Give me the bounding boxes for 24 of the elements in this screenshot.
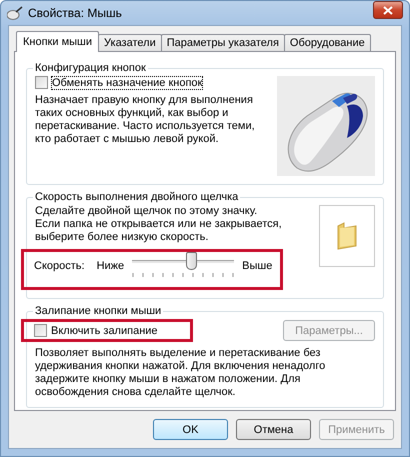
group-title: Скорость выполнения двойного щелчка — [34, 191, 240, 203]
group-title: Залипание кнопки мыши — [34, 305, 162, 317]
checkbox[interactable] — [35, 76, 48, 89]
tab[interactable]: Кнопки мыши — [16, 31, 100, 52]
close-button[interactable] — [373, 1, 403, 19]
description-text: Сделайте двойной щелчок по этому значку. Если папка не открывается или не закрывается, выберите более низкую скорость. — [35, 205, 283, 244]
mouse-icon — [7, 6, 23, 20]
slider-thumb[interactable] — [186, 252, 198, 270]
dialog-button[interactable]: OK — [153, 419, 228, 440]
dialog-button[interactable]: Отмена — [236, 419, 311, 440]
description-text: Назначает правую кнопку для выполнения таких основных функций, как выбор и перетаскивание. Часто используется теми, кто работает с мышью левой рукой. — [35, 94, 256, 146]
slider-min-label: Ниже — [96, 260, 124, 272]
tab[interactable]: Указатели — [98, 34, 162, 52]
checkbox-label[interactable]: Включить залипание — [51, 324, 158, 336]
close-icon — [383, 6, 393, 14]
description-text: Позволяет выполнять выделение и перетаскивание без удерживания кнопки нажатой. Для включения ненадолго задержите кнопку мыши в нажатом положении. Для освобождения снова сделайте щелчок. — [35, 347, 326, 399]
checkbox-label[interactable]: Обменять назначение кнопок — [52, 76, 202, 88]
speed-label: Скорость: — [34, 260, 85, 272]
tab[interactable]: Оборудование — [284, 34, 371, 52]
group-title: Конфигурация кнопок — [34, 62, 147, 74]
tab[interactable]: Параметры указателя — [160, 34, 285, 52]
slider-max-label: Выше — [242, 260, 272, 272]
window-title: Свойства: Мышь — [28, 6, 123, 20]
checkbox[interactable] — [34, 324, 47, 337]
